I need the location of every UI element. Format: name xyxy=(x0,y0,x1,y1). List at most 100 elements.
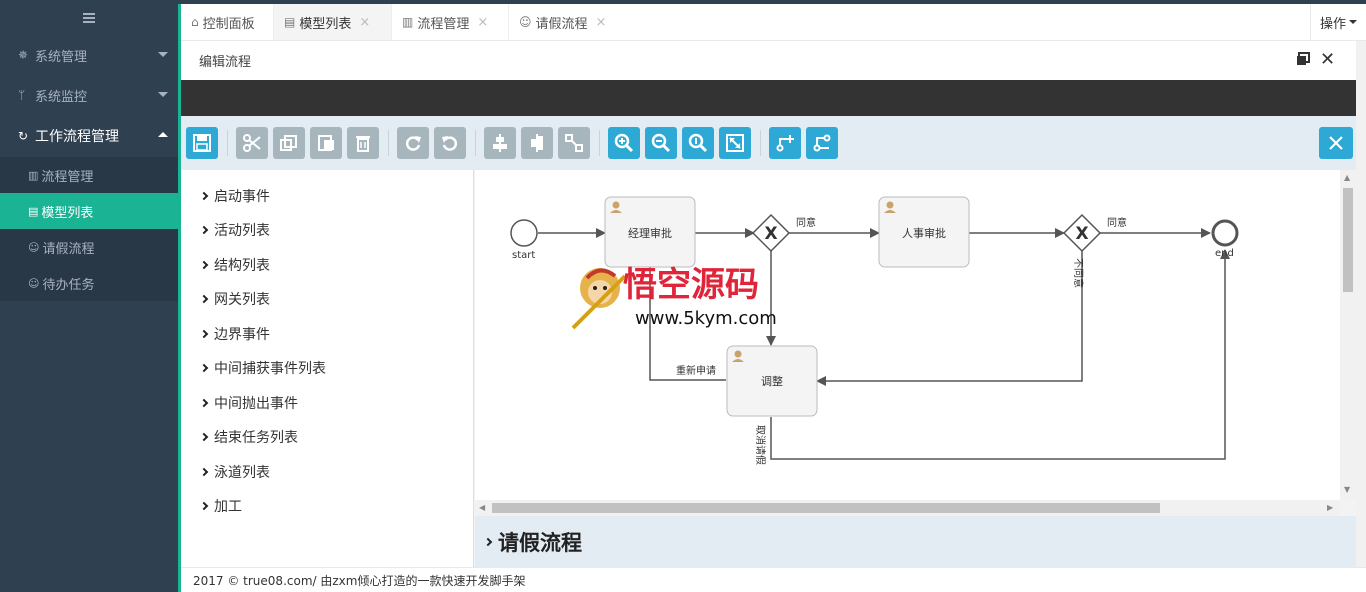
sidebar-item-todo-tasks[interactable]: ☺ 待办任务 xyxy=(0,265,178,301)
tab-leave-process[interactable]: ☺ 请假流程 × xyxy=(509,4,627,40)
chevron-right-icon xyxy=(199,225,209,235)
palette-activities[interactable]: 活动列表 xyxy=(199,220,270,240)
close-icon[interactable]: × xyxy=(359,15,370,30)
task-hr-approve[interactable]: 人事审批 xyxy=(878,196,970,268)
chevron-right-icon xyxy=(199,432,209,442)
task-adjust[interactable]: 调整 xyxy=(726,345,818,417)
task-manager-approve[interactable]: 经理审批 xyxy=(604,196,696,268)
paste-icon[interactable] xyxy=(310,127,342,159)
edge-label-agree: 同意 xyxy=(1107,216,1127,229)
process-properties-header[interactable]: 请假流程 xyxy=(475,516,1356,567)
page-scrollbar[interactable] xyxy=(1356,41,1366,567)
palette-label: 边界事件 xyxy=(214,327,270,343)
operations-label: 操作 xyxy=(1319,16,1346,32)
canvas-vertical-scrollbar[interactable]: ▲ ▼ xyxy=(1340,170,1356,500)
palette-gateways[interactable]: 网关列表 xyxy=(199,289,270,309)
sidebar-item-label: 待办任务 xyxy=(42,277,95,293)
chevron-right-icon xyxy=(199,329,209,339)
palette-label: 中间捕获事件列表 xyxy=(214,361,326,377)
undo-icon[interactable] xyxy=(434,127,466,159)
scroll-thumb[interactable] xyxy=(1343,188,1353,292)
end-event[interactable] xyxy=(1211,219,1239,247)
close-editor-button[interactable] xyxy=(1319,127,1353,159)
watermark-brand: 悟空源码 xyxy=(623,265,759,305)
palette-label: 泳道列表 xyxy=(214,465,270,481)
palette-label: 活动列表 xyxy=(214,223,270,239)
menu-system-monitor[interactable]: ᛘ 系统监控 xyxy=(0,75,178,115)
palette-label: 结束任务列表 xyxy=(214,430,298,446)
tab-dashboard[interactable]: ⌂ 控制面板 xyxy=(181,4,274,40)
canvas-horizontal-scrollbar[interactable]: ◀ ▶ xyxy=(475,500,1340,516)
edge-label-disagree: 不同意 xyxy=(1072,258,1085,288)
menu-label: 系统管理 xyxy=(35,49,88,65)
align-vertical-icon[interactable] xyxy=(484,127,516,159)
edge-label-cancel: 取消请假 xyxy=(754,425,767,465)
palette-artifacts[interactable]: 加工 xyxy=(199,496,242,516)
smile-icon: ☺ xyxy=(519,15,532,29)
palette-structural[interactable]: 结构列表 xyxy=(199,255,270,275)
tab-model-list[interactable]: ▤ 模型列表 × xyxy=(274,4,392,40)
zoom-in-icon[interactable] xyxy=(608,127,640,159)
tab-bar: ⌂ 控制面板 ▤ 模型列表 × ▥ 流程管理 × ☺ 请假流程 × 操作 xyxy=(181,4,1366,41)
menu-system-manage[interactable]: ✵ 系统管理 xyxy=(0,35,178,75)
home-icon: ⌂ xyxy=(191,15,199,29)
zoom-fit-icon[interactable] xyxy=(719,127,751,159)
svg-text:X: X xyxy=(1075,224,1088,244)
editor-toolbar xyxy=(181,116,1356,170)
palette-label: 启动事件 xyxy=(214,189,270,205)
align-horizontal-icon[interactable] xyxy=(521,127,553,159)
close-icon[interactable]: × xyxy=(596,15,607,30)
zoom-actual-icon[interactable] xyxy=(682,127,714,159)
task-label: 经理审批 xyxy=(628,226,672,240)
edit-connection-icon[interactable] xyxy=(806,127,838,159)
menu-toggle-icon[interactable] xyxy=(0,0,178,36)
sidebar-item-process-manage[interactable]: ▥ 流程管理 xyxy=(0,157,178,193)
delete-icon[interactable] xyxy=(347,127,379,159)
maximize-icon[interactable] xyxy=(1296,52,1310,70)
gateway-exclusive-1[interactable]: X xyxy=(751,213,791,253)
tab-label: 请假流程 xyxy=(535,16,588,32)
watermark-logo: 悟空源码 www.5kym.com xyxy=(571,265,777,330)
operations-dropdown[interactable]: 操作 xyxy=(1310,4,1366,40)
chevron-right-icon xyxy=(483,537,493,546)
close-icon[interactable]: × xyxy=(477,15,488,30)
palette-boundary-events[interactable]: 边界事件 xyxy=(199,324,270,344)
workflow-submenu: ▥ 流程管理 ▤ 模型列表 ☺ 请假流程 ☺ 待办任务 xyxy=(0,157,178,301)
svg-text:X: X xyxy=(764,224,777,244)
palette-throw-events[interactable]: 中间抛出事件 xyxy=(199,393,298,413)
sidebar: ✵ 系统管理 ᛘ 系统监控 ↻ 工作流程管理 ▥ 流程管理 ▤ 模型列表 ☺ 请… xyxy=(0,0,178,592)
edge-label-agree: 同意 xyxy=(796,216,816,229)
caret-down-icon xyxy=(158,52,168,57)
palette-swimlanes[interactable]: 泳道列表 xyxy=(199,462,270,482)
palette-start-events[interactable]: 启动事件 xyxy=(199,186,270,206)
chevron-right-icon xyxy=(199,294,209,304)
save-icon[interactable] xyxy=(186,127,218,159)
editor-header-bar xyxy=(181,80,1356,116)
scroll-thumb[interactable] xyxy=(492,503,1160,513)
tab-process-manage[interactable]: ▥ 流程管理 × xyxy=(392,4,509,40)
close-icon[interactable]: ✕ xyxy=(1320,49,1335,70)
menu-workflow-manage[interactable]: ↻ 工作流程管理 xyxy=(0,115,178,157)
palette-end-events[interactable]: 结束任务列表 xyxy=(199,427,298,447)
panel-title: 编辑流程 xyxy=(199,55,252,70)
gateway-exclusive-2[interactable]: X xyxy=(1062,213,1102,253)
sidebar-item-leave-process[interactable]: ☺ 请假流程 xyxy=(0,229,178,265)
same-size-icon[interactable] xyxy=(558,127,590,159)
add-connection-icon[interactable] xyxy=(769,127,801,159)
redo-icon[interactable] xyxy=(397,127,429,159)
process-title: 请假流程 xyxy=(498,530,582,555)
chevron-right-icon xyxy=(199,501,209,511)
zoom-out-icon[interactable] xyxy=(645,127,677,159)
menu-label: 系统监控 xyxy=(35,89,88,105)
watermark-url: www.5kym.com xyxy=(635,308,777,329)
cut-icon[interactable] xyxy=(236,127,268,159)
tab-label: 模型列表 xyxy=(299,16,352,32)
palette-label: 结构列表 xyxy=(214,258,270,274)
sidebar-item-model-list[interactable]: ▤ 模型列表 xyxy=(0,193,178,229)
diagram-canvas[interactable]: start 经理审批 X 同意 人事审批 X 同意 不同意 end 调整 重新申… xyxy=(475,170,1340,500)
palette-catch-events[interactable]: 中间捕获事件列表 xyxy=(199,358,326,378)
tab-label: 控制面板 xyxy=(202,16,255,32)
edge-label-reapply: 重新申请 xyxy=(676,364,716,377)
start-event[interactable] xyxy=(510,219,538,247)
copy-icon[interactable] xyxy=(273,127,305,159)
